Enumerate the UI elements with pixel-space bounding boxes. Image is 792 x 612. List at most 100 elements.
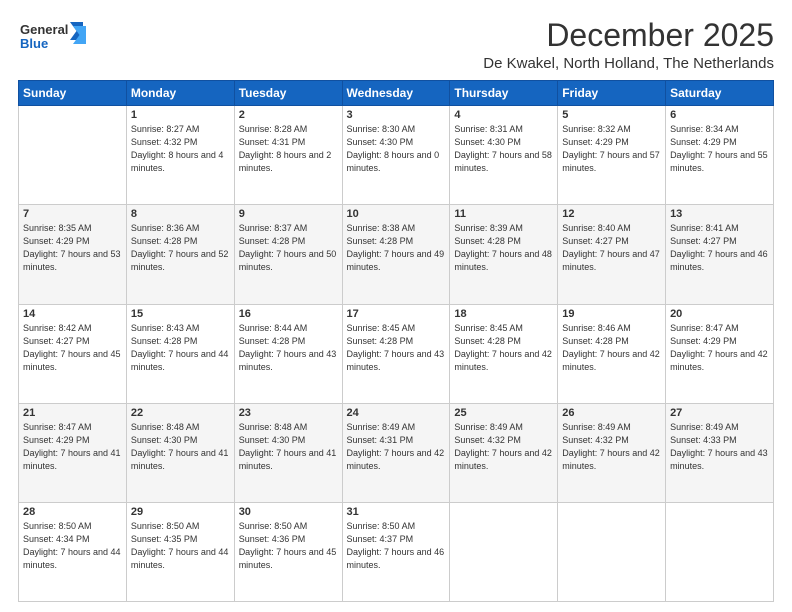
day-info: Sunrise: 8:46 AMSunset: 4:28 PMDaylight:… — [562, 322, 661, 374]
day-info: Sunrise: 8:28 AMSunset: 4:31 PMDaylight:… — [239, 123, 338, 175]
calendar-cell: 4 Sunrise: 8:31 AMSunset: 4:30 PMDaylight… — [450, 106, 558, 205]
day-info: Sunrise: 8:50 AMSunset: 4:34 PMDaylight:… — [23, 520, 122, 572]
calendar-cell: 18 Sunrise: 8:45 AMSunset: 4:28 PMDayligh… — [450, 304, 558, 403]
day-info: Sunrise: 8:36 AMSunset: 4:28 PMDaylight:… — [131, 222, 230, 274]
day-info: Sunrise: 8:48 AMSunset: 4:30 PMDaylight:… — [239, 421, 338, 473]
day-number: 22 — [131, 407, 230, 419]
calendar-cell: 13 Sunrise: 8:41 AMSunset: 4:27 PMDayligh… — [666, 205, 774, 304]
calendar-cell: 27Sunrise: 8:49 AMSunset: 4:33 PMDayligh… — [666, 403, 774, 502]
day-info: Sunrise: 8:47 AMSunset: 4:29 PMDaylight:… — [670, 322, 769, 374]
day-info: Sunrise: 8:32 AMSunset: 4:29 PMDaylight:… — [562, 123, 661, 175]
calendar-cell: 30 Sunrise: 8:50 AMSunset: 4:36 PMDayligh… — [234, 502, 342, 601]
day-info: Sunrise: 8:50 AMSunset: 4:37 PMDaylight:… — [347, 520, 446, 572]
col-sunday: Sunday — [19, 81, 127, 106]
day-number: 8 — [131, 208, 230, 220]
day-number: 11 — [454, 208, 553, 220]
calendar-cell: 29Sunrise: 8:50 AMSunset: 4:35 PMDayligh… — [126, 502, 234, 601]
day-info: Sunrise: 8:31 AMSunset: 4:30 PMDaylight:… — [454, 123, 553, 175]
day-number: 13 — [670, 208, 769, 220]
title-block: December 2025 De Kwakel, North Holland, … — [483, 18, 774, 72]
calendar-cell: 14 Sunrise: 8:42 AMSunset: 4:27 PMDayligh… — [19, 304, 127, 403]
main-title: December 2025 — [483, 18, 774, 53]
day-info: Sunrise: 8:35 AMSunset: 4:29 PMDaylight:… — [23, 222, 122, 274]
header: General Blue December 2025 De Kwakel, No… — [18, 18, 774, 72]
day-info: Sunrise: 8:39 AMSunset: 4:28 PMDaylight:… — [454, 222, 553, 274]
svg-text:Blue: Blue — [20, 36, 48, 51]
day-info: Sunrise: 8:44 AMSunset: 4:28 PMDaylight:… — [239, 322, 338, 374]
day-info: Sunrise: 8:45 AMSunset: 4:28 PMDaylight:… — [454, 322, 553, 374]
day-info: Sunrise: 8:49 AMSunset: 4:32 PMDaylight:… — [562, 421, 661, 473]
calendar-cell — [666, 502, 774, 601]
day-number: 5 — [562, 109, 661, 121]
day-number: 18 — [454, 308, 553, 320]
calendar-cell: 15 Sunrise: 8:43 AMSunset: 4:28 PMDayligh… — [126, 304, 234, 403]
day-info: Sunrise: 8:49 AMSunset: 4:33 PMDaylight:… — [670, 421, 769, 473]
calendar-cell: 20 Sunrise: 8:47 AMSunset: 4:29 PMDayligh… — [666, 304, 774, 403]
col-saturday: Saturday — [666, 81, 774, 106]
col-monday: Monday — [126, 81, 234, 106]
col-wednesday: Wednesday — [342, 81, 450, 106]
calendar-cell: 26 Sunrise: 8:49 AMSunset: 4:32 PMDayligh… — [558, 403, 666, 502]
col-tuesday: Tuesday — [234, 81, 342, 106]
day-info: Sunrise: 8:43 AMSunset: 4:28 PMDaylight:… — [131, 322, 230, 374]
calendar-cell — [450, 502, 558, 601]
day-info: Sunrise: 8:27 AMSunset: 4:32 PMDaylight:… — [131, 123, 230, 175]
calendar-cell: 12 Sunrise: 8:40 AMSunset: 4:27 PMDayligh… — [558, 205, 666, 304]
logo-text-block: General Blue — [18, 18, 88, 61]
day-number: 25 — [454, 407, 553, 419]
calendar-cell: 3 Sunrise: 8:30 AMSunset: 4:30 PMDaylight… — [342, 106, 450, 205]
calendar-cell: 7 Sunrise: 8:35 AMSunset: 4:29 PMDaylight… — [19, 205, 127, 304]
calendar-week-row: 28 Sunrise: 8:50 AMSunset: 4:34 PMDayligh… — [19, 502, 774, 601]
calendar-cell: 21Sunrise: 8:47 AMSunset: 4:29 PMDayligh… — [19, 403, 127, 502]
calendar-table: Sunday Monday Tuesday Wednesday Thursday… — [18, 80, 774, 602]
day-info: Sunrise: 8:49 AMSunset: 4:32 PMDaylight:… — [454, 421, 553, 473]
calendar-cell: 31Sunrise: 8:50 AMSunset: 4:37 PMDayligh… — [342, 502, 450, 601]
calendar-cell: 9 Sunrise: 8:37 AMSunset: 4:28 PMDaylight… — [234, 205, 342, 304]
calendar-cell — [558, 502, 666, 601]
calendar-week-row: 21Sunrise: 8:47 AMSunset: 4:29 PMDayligh… — [19, 403, 774, 502]
calendar-cell: 23 Sunrise: 8:48 AMSunset: 4:30 PMDayligh… — [234, 403, 342, 502]
calendar-week-row: 14 Sunrise: 8:42 AMSunset: 4:27 PMDayligh… — [19, 304, 774, 403]
calendar-week-row: 1Sunrise: 8:27 AMSunset: 4:32 PMDaylight… — [19, 106, 774, 205]
day-number: 16 — [239, 308, 338, 320]
day-number: 29 — [131, 506, 230, 518]
day-number: 28 — [23, 506, 122, 518]
calendar-cell: 6Sunrise: 8:34 AMSunset: 4:29 PMDaylight… — [666, 106, 774, 205]
svg-text:General: General — [20, 22, 68, 37]
day-number: 12 — [562, 208, 661, 220]
calendar-cell: 10Sunrise: 8:38 AMSunset: 4:28 PMDayligh… — [342, 205, 450, 304]
day-info: Sunrise: 8:41 AMSunset: 4:27 PMDaylight:… — [670, 222, 769, 274]
calendar-week-row: 7 Sunrise: 8:35 AMSunset: 4:29 PMDaylight… — [19, 205, 774, 304]
logo: General Blue — [18, 18, 88, 61]
day-info: Sunrise: 8:49 AMSunset: 4:31 PMDaylight:… — [347, 421, 446, 473]
day-number: 21 — [23, 407, 122, 419]
logo-svg: General Blue — [18, 18, 88, 56]
calendar-cell: 8 Sunrise: 8:36 AMSunset: 4:28 PMDaylight… — [126, 205, 234, 304]
day-info: Sunrise: 8:42 AMSunset: 4:27 PMDaylight:… — [23, 322, 122, 374]
day-number: 20 — [670, 308, 769, 320]
day-info: Sunrise: 8:50 AMSunset: 4:36 PMDaylight:… — [239, 520, 338, 572]
day-number: 26 — [562, 407, 661, 419]
day-number: 9 — [239, 208, 338, 220]
day-number: 23 — [239, 407, 338, 419]
day-info: Sunrise: 8:40 AMSunset: 4:27 PMDaylight:… — [562, 222, 661, 274]
day-number: 14 — [23, 308, 122, 320]
subtitle: De Kwakel, North Holland, The Netherland… — [483, 55, 774, 72]
day-number: 4 — [454, 109, 553, 121]
day-number: 30 — [239, 506, 338, 518]
day-info: Sunrise: 8:34 AMSunset: 4:29 PMDaylight:… — [670, 123, 769, 175]
day-info: Sunrise: 8:30 AMSunset: 4:30 PMDaylight:… — [347, 123, 446, 175]
day-number: 7 — [23, 208, 122, 220]
day-info: Sunrise: 8:37 AMSunset: 4:28 PMDaylight:… — [239, 222, 338, 274]
day-number: 3 — [347, 109, 446, 121]
day-info: Sunrise: 8:48 AMSunset: 4:30 PMDaylight:… — [131, 421, 230, 473]
day-number: 15 — [131, 308, 230, 320]
calendar-cell: 17Sunrise: 8:45 AMSunset: 4:28 PMDayligh… — [342, 304, 450, 403]
day-info: Sunrise: 8:38 AMSunset: 4:28 PMDaylight:… — [347, 222, 446, 274]
col-thursday: Thursday — [450, 81, 558, 106]
calendar-cell: 22 Sunrise: 8:48 AMSunset: 4:30 PMDayligh… — [126, 403, 234, 502]
col-friday: Friday — [558, 81, 666, 106]
calendar-cell: 24Sunrise: 8:49 AMSunset: 4:31 PMDayligh… — [342, 403, 450, 502]
calendar-cell: 25 Sunrise: 8:49 AMSunset: 4:32 PMDayligh… — [450, 403, 558, 502]
calendar-cell: 2Sunrise: 8:28 AMSunset: 4:31 PMDaylight… — [234, 106, 342, 205]
